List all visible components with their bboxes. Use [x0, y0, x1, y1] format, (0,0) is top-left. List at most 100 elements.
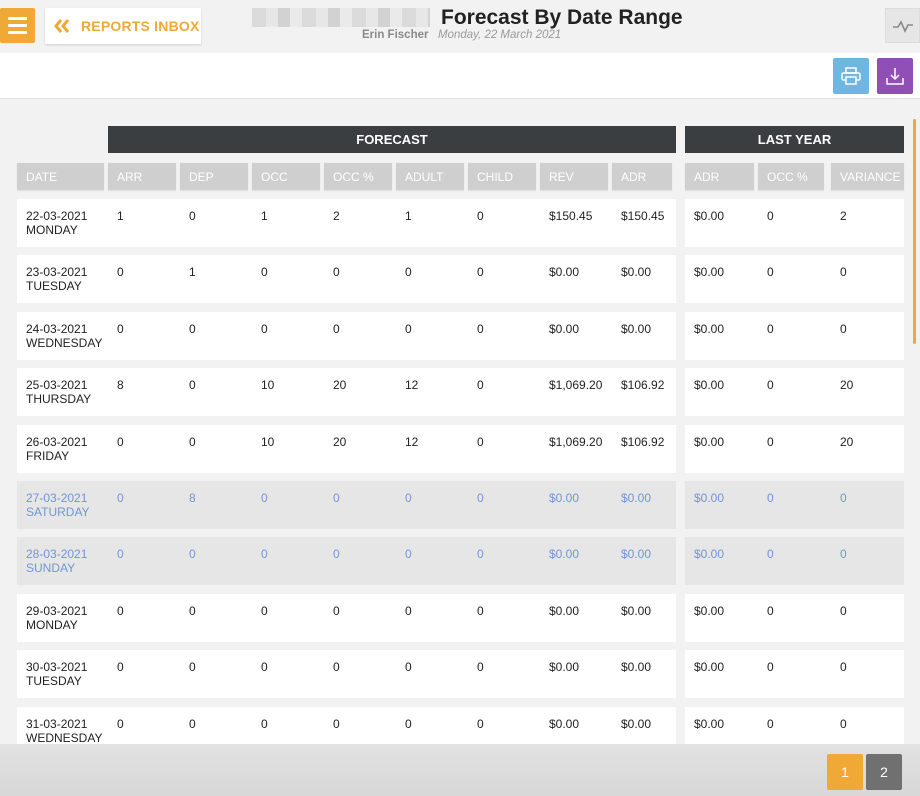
- table-cell: 20: [333, 378, 347, 393]
- table-cell: 0: [117, 321, 124, 336]
- table-cell: 0: [767, 660, 774, 675]
- table-cell: 0: [477, 434, 484, 449]
- table-cell: 0: [767, 716, 774, 731]
- table-cell: 0: [333, 491, 340, 505]
- table-cell: $150.45: [549, 209, 593, 223]
- table-row-last-year: [685, 650, 904, 699]
- table-cell: 0: [767, 547, 774, 562]
- table-cell: 0: [261, 716, 268, 731]
- date-cell: 24-03-2021 WEDNESDAY: [26, 322, 102, 350]
- date-value: 27-03-2021: [26, 491, 88, 505]
- table-cell: 0: [477, 660, 484, 675]
- report-toolbar: [0, 53, 920, 99]
- table-row: [17, 311, 676, 360]
- day-name: TUESDAY: [26, 674, 82, 689]
- column-header: OCC: [252, 163, 320, 190]
- table-cell: 0: [840, 547, 847, 562]
- table-cell: $150.45: [621, 209, 665, 223]
- report-content[interactable]: FORECAST LAST YEAR DATE ARR DEP OCC OCC % ADU…: [0, 100, 920, 744]
- date-cell: 26-03-2021 FRIDAY: [26, 435, 87, 463]
- double-chevron-left-icon: [54, 19, 70, 33]
- table-cell: $0.00: [694, 491, 725, 505]
- page-1-button[interactable]: 1: [827, 754, 863, 790]
- column-header: REV: [540, 163, 608, 190]
- table-cell: 0: [333, 265, 340, 280]
- table-cell: 8: [117, 378, 124, 393]
- reports-inbox-button[interactable]: REPORTS INBOX: [45, 8, 201, 44]
- table-row-last-year: [685, 199, 904, 247]
- table-cell: $0.00: [694, 378, 725, 393]
- line-chart-button[interactable]: [885, 8, 920, 43]
- table-cell: 1: [405, 209, 412, 223]
- table-cell: $0.00: [621, 265, 652, 280]
- table-cell: 0: [840, 321, 847, 336]
- table-cell: 1: [189, 265, 196, 280]
- table-cell: $106.92: [621, 434, 665, 449]
- scrollbar[interactable]: [913, 119, 916, 344]
- table-row-last-year: [685, 368, 904, 417]
- table-cell: 0: [261, 660, 268, 675]
- table-row: [17, 368, 676, 417]
- table-row: [17, 481, 676, 529]
- table-row: [17, 199, 676, 247]
- table-cell: 0: [767, 209, 774, 223]
- table-cell: 0: [767, 434, 774, 449]
- table-cell: $0.00: [621, 603, 652, 618]
- table-cell: 2: [333, 209, 340, 223]
- print-button[interactable]: [833, 58, 869, 94]
- date-value: 31-03-2021: [26, 716, 88, 731]
- table-row-last-year: [685, 593, 904, 642]
- table-cell: 0: [117, 603, 124, 618]
- hamburger-menu-icon[interactable]: [0, 8, 35, 43]
- table-cell: $0.00: [549, 660, 580, 675]
- date-value: 28-03-2021: [26, 547, 88, 562]
- last-year-group-header: LAST YEAR: [685, 126, 904, 153]
- table-row-last-year: [685, 537, 904, 586]
- reports-inbox-label: REPORTS INBOX: [81, 18, 200, 34]
- table-cell: $0.00: [621, 321, 652, 336]
- table-cell: 0: [840, 265, 847, 280]
- redacted-property-name: [252, 8, 430, 27]
- table-cell: 0: [333, 547, 340, 562]
- table-cell: 0: [405, 716, 412, 731]
- table-cell: 20: [840, 378, 854, 393]
- table-cell: 0: [840, 603, 847, 618]
- column-header: ADR: [685, 163, 754, 190]
- date-value: 25-03-2021: [26, 378, 88, 393]
- table-cell: 0: [767, 265, 774, 280]
- report-date: Monday, 22 March 2021: [438, 29, 562, 41]
- table-cell: 0: [261, 603, 268, 618]
- table-cell: 0: [477, 265, 484, 280]
- table-cell: 1: [117, 209, 124, 223]
- table-cell: 20: [333, 434, 347, 449]
- date-cell: 31-03-2021 WEDNESDAY: [26, 717, 102, 744]
- table-cell: $0.00: [549, 603, 580, 618]
- page-2-button[interactable]: 2: [866, 754, 902, 790]
- forecast-group-header: FORECAST: [108, 126, 676, 153]
- table-cell: 0: [117, 434, 124, 449]
- table-row: [17, 537, 676, 586]
- date-value: 26-03-2021: [26, 434, 88, 449]
- table-cell: $0.00: [621, 660, 652, 675]
- download-button[interactable]: [877, 58, 913, 94]
- table-cell: $0.00: [621, 491, 652, 505]
- table-row: [17, 650, 676, 699]
- table-cell: 0: [767, 378, 774, 393]
- table-cell: $1,069.20: [549, 434, 603, 449]
- date-cell: 23-03-2021 TUESDAY: [26, 265, 87, 293]
- table-cell: 2: [840, 209, 847, 223]
- table-cell: 0: [405, 603, 412, 618]
- table-cell: 0: [477, 716, 484, 731]
- table-row: [17, 593, 676, 642]
- date-cell: 28-03-2021 SUNDAY: [26, 547, 87, 575]
- column-header: OCC %: [758, 163, 824, 190]
- column-header: VARIANCE: [831, 163, 904, 190]
- table-cell: 0: [840, 660, 847, 675]
- table-row: [17, 424, 676, 473]
- table-cell: 0: [261, 265, 268, 280]
- table-cell: 0: [477, 491, 484, 505]
- table-cell: $0.00: [621, 547, 652, 562]
- table-cell: 0: [405, 491, 412, 505]
- day-name: TUESDAY: [26, 279, 82, 294]
- table-cell: 0: [767, 603, 774, 618]
